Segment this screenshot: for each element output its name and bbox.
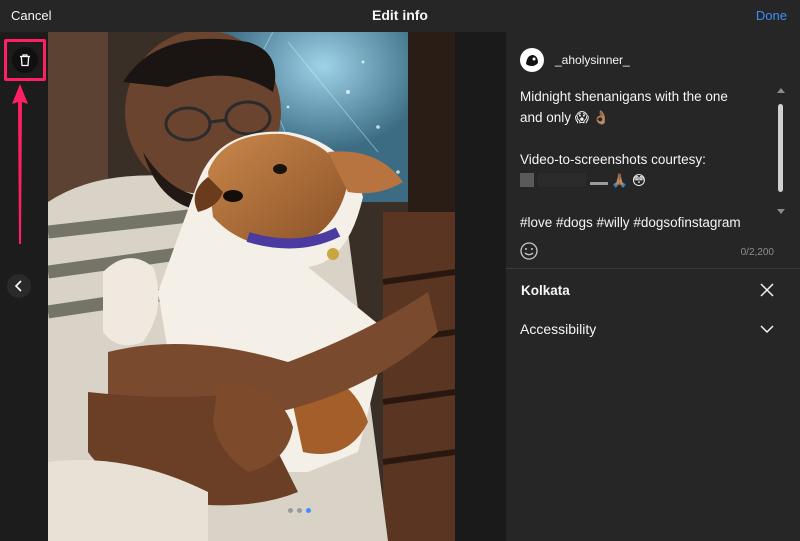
caption-emojis: 😱 👌🏽 [574,110,610,125]
delete-button[interactable] [12,47,38,73]
carousel-dot [297,508,302,513]
scroll-down-arrow[interactable] [777,209,785,214]
caption-line: and only 😱 👌🏽 [520,110,610,125]
carousel-dots [288,508,311,513]
post-photo [48,32,455,541]
caption-line: Midnight shenanigans with the one [520,89,728,104]
caption-line: 🙏🏽 😳 [520,170,774,191]
location-label[interactable]: Kolkata [521,283,570,298]
previous-button[interactable] [7,274,31,298]
chevron-down-icon[interactable] [759,321,775,337]
caption-line: Video-to-screenshots courtesy: [520,152,706,167]
divider [506,268,800,269]
redacted-block [520,173,534,187]
scroll-up-arrow[interactable] [777,88,785,93]
close-icon[interactable] [759,282,775,298]
edit-panel: _aholysinner_ Midnight shenanigans with … [506,32,800,541]
page-title: Edit info [372,7,428,23]
smiley-icon[interactable] [519,241,539,261]
character-counter: 0/2,200 [740,247,774,258]
avatar [520,48,544,72]
caption-scrollbar[interactable] [778,104,783,192]
username: _aholysinner_ [555,53,630,67]
redacted-block [537,173,586,187]
top-bar: Cancel Edit info Done [0,0,800,32]
caption-line: #love #dogs #willy #dogsofinstagram [520,215,741,230]
carousel-dot [288,508,293,513]
media-gutter [455,32,506,541]
done-button[interactable]: Done [756,8,787,23]
media-area [0,32,506,541]
redacted-block [589,182,608,185]
user-header: _aholysinner_ [520,48,630,72]
caption-emojis: 🙏🏽 😳 [611,173,646,188]
caption-textarea[interactable]: Midnight shenanigans with the one and on… [520,86,774,233]
annotation-arrow [12,84,28,244]
trash-icon [20,54,30,67]
accessibility-section[interactable]: Accessibility [520,321,596,337]
carousel-dot-active [306,508,311,513]
chevron-left-icon [14,280,22,292]
